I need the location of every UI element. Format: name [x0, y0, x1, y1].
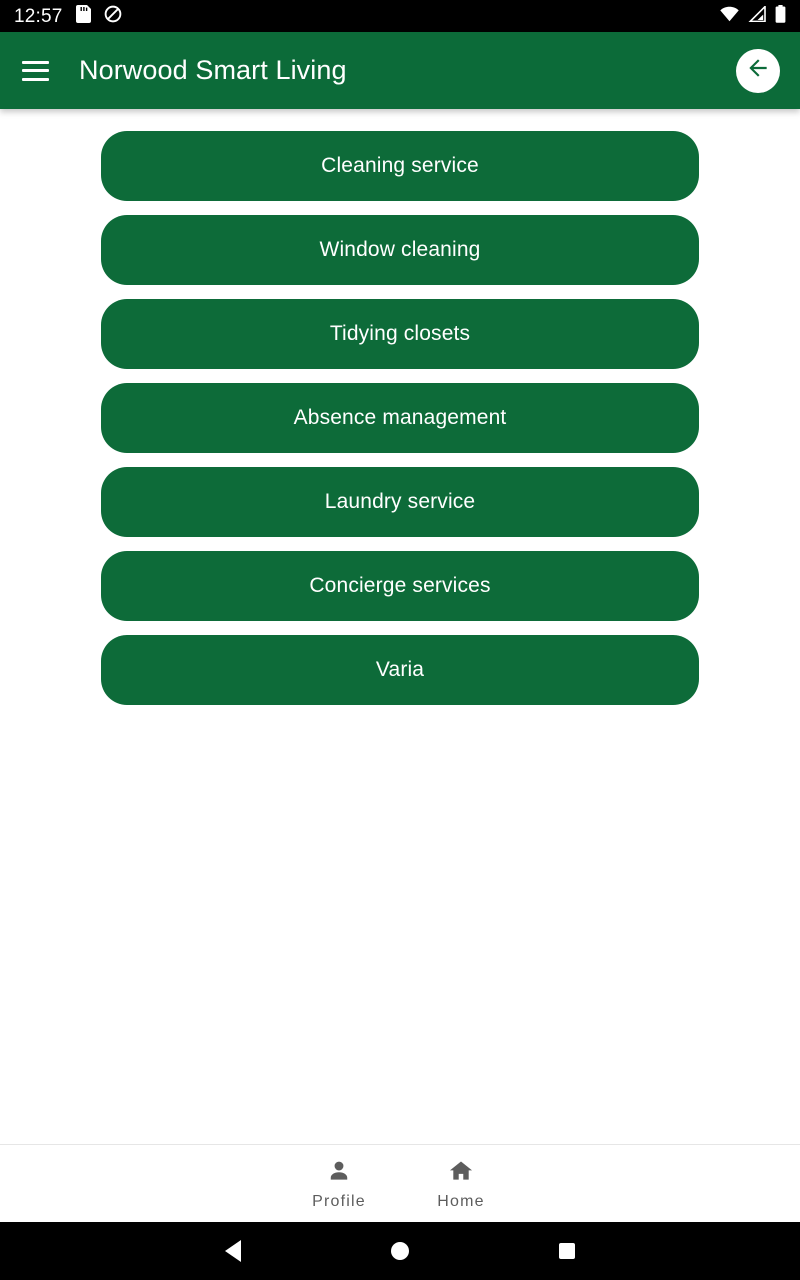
service-button-laundry-service[interactable]: Laundry service	[101, 467, 699, 537]
hamburger-menu-icon[interactable]	[22, 60, 49, 81]
hamburger-line	[22, 60, 49, 64]
back-triangle-icon	[225, 1240, 242, 1262]
sd-card-icon	[75, 4, 91, 28]
person-icon	[326, 1158, 352, 1189]
status-bar-clock: 12:57	[14, 5, 63, 27]
service-button-varia[interactable]: Varia	[101, 635, 699, 705]
service-button-window-cleaning[interactable]: Window cleaning	[101, 215, 699, 285]
house-icon	[448, 1158, 474, 1189]
battery-icon	[775, 4, 786, 28]
app-bar-title: Norwood Smart Living	[79, 55, 347, 85]
service-button-tidying-closets[interactable]: Tidying closets	[101, 299, 699, 369]
wifi-icon	[720, 6, 739, 27]
back-button[interactable]	[736, 48, 780, 93]
bottom-nav-label-home: Home	[437, 1192, 485, 1210]
bottom-nav-label-profile: Profile	[312, 1192, 366, 1210]
recents-square-icon	[558, 1243, 575, 1259]
do-not-disturb-icon	[104, 5, 122, 28]
system-recents-button[interactable]	[542, 1231, 592, 1271]
system-home-button[interactable]	[375, 1231, 425, 1271]
phone-screen: 12:57 Norwood Smart Living Cleaning serv…	[0, 0, 800, 1280]
status-bar-left: 12:57	[14, 4, 122, 28]
home-circle-icon	[390, 1242, 409, 1260]
system-back-button[interactable]	[208, 1231, 258, 1271]
service-button-cleaning-service[interactable]: Cleaning service	[101, 131, 699, 201]
service-button-absence-management[interactable]: Absence management	[101, 383, 699, 453]
bottom-nav-item-profile[interactable]: Profile	[307, 1158, 371, 1210]
status-bar-right	[720, 4, 786, 28]
service-list: Cleaning service Window cleaning Tidying…	[0, 109, 800, 1144]
app-bar: Norwood Smart Living	[0, 32, 800, 109]
bottom-nav-item-home[interactable]: Home	[429, 1158, 493, 1210]
service-button-concierge-services[interactable]: Concierge services	[101, 551, 699, 621]
hamburger-line	[22, 69, 49, 72]
status-bar: 12:57	[0, 0, 800, 32]
cellular-signal-icon	[748, 4, 766, 27]
arrow-back-icon	[745, 55, 771, 86]
bottom-navigation-bar: Profile Home	[0, 1144, 800, 1222]
android-system-navigation-bar	[0, 1222, 800, 1280]
hamburger-line	[22, 77, 49, 81]
